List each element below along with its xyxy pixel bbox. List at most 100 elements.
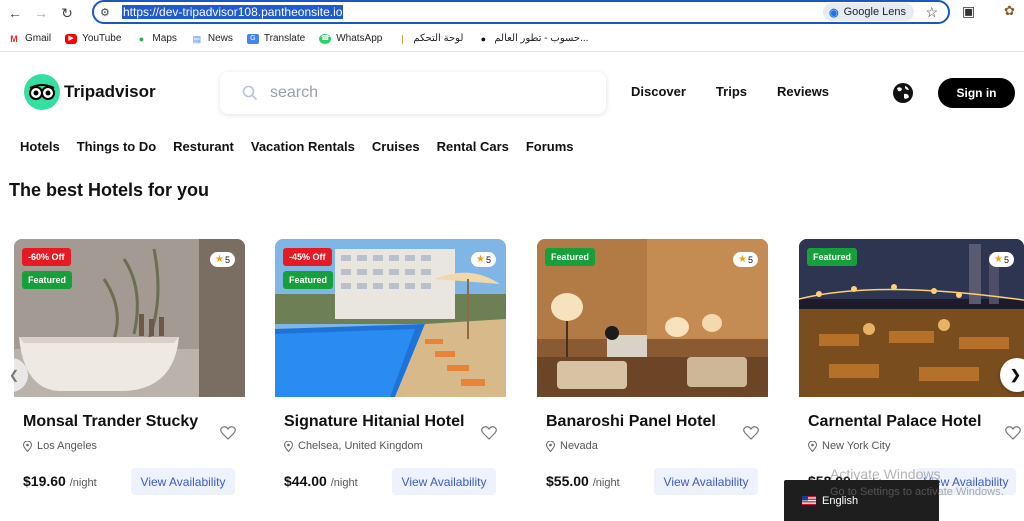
bookmark-whatsapp[interactable]: ☎ WhatsApp	[319, 33, 382, 44]
heart-icon[interactable]	[743, 425, 759, 440]
discount-badge: -60% Off	[22, 248, 71, 266]
rating-badge: ★ 5	[733, 252, 758, 267]
bookmark-youtube[interactable]: ▶ YouTube	[65, 33, 121, 44]
rating-badge: ★ 5	[471, 252, 496, 267]
category-nav: Hotels Things to Do Resturant Vacation R…	[20, 139, 591, 154]
hotel-image-bathroom[interactable]: -60% Off Featured ★ 5	[14, 239, 245, 397]
star-icon: ★	[738, 254, 747, 265]
nav-reviews[interactable]: Reviews	[777, 84, 829, 99]
bookmark-gmail[interactable]: M Gmail	[8, 33, 51, 44]
chevron-right-icon: ❯	[1010, 367, 1021, 382]
location-text: Nevada	[560, 440, 598, 452]
hotel-title[interactable]: Carnental Palace Hotel	[808, 413, 981, 431]
location-text: New York City	[822, 440, 891, 452]
hotel-image-rooftop[interactable]: Featured ★ 5	[799, 239, 1024, 397]
section-title: The best Hotels for you	[9, 180, 210, 200]
dashboard-icon: ❘	[398, 33, 407, 44]
hotel-card[interactable]: Featured ★ 5 Banaroshi Panel Hotel Nevada…	[537, 239, 768, 521]
category-vacation-rentals[interactable]: Vacation Rentals	[251, 139, 355, 154]
star-icon: ★	[215, 254, 224, 265]
site-info-icon[interactable]: ⚙	[100, 6, 118, 19]
view-availability-button[interactable]: View Availability	[654, 468, 758, 495]
bookmark-dashboard[interactable]: ❘ لوحة التحكم	[396, 33, 464, 44]
bookmark-label: WhatsApp	[336, 33, 383, 44]
hotel-image-pool[interactable]: -45% Off Featured ★ 5	[275, 239, 506, 397]
bookmark-label: News	[207, 33, 233, 44]
brand-logo[interactable]: Tripadvisor	[24, 74, 156, 110]
url-text[interactable]: https://dev-tripadvisor108.pantheonsite.…	[122, 5, 344, 19]
location-text: Chelsea, United Kingdom	[298, 440, 423, 452]
news-icon: ▤	[192, 33, 202, 44]
bookmark-label: Translate	[263, 33, 306, 44]
bookmark-maps[interactable]: ● Maps	[135, 33, 177, 44]
translate-icon: G	[246, 33, 259, 44]
bookmark-label: لوحة التحكم	[413, 33, 464, 44]
heart-icon[interactable]	[220, 425, 236, 440]
hotel-card[interactable]: -45% Off Featured ★ 5 Signature Hitanial …	[275, 239, 506, 521]
hotel-title[interactable]: Signature Hitanial Hotel	[284, 413, 464, 431]
back-icon[interactable]: ←	[4, 2, 26, 24]
bookmark-hsoub[interactable]: ● حسوب - تطور العالم...	[477, 33, 589, 44]
location-pin-icon	[808, 440, 817, 452]
category-forums[interactable]: Forums	[526, 139, 574, 154]
lens-icon: ◉	[829, 6, 839, 19]
hotel-location: New York City	[808, 440, 890, 452]
browser-toolbar: ← → ↻ ⚙ https://dev-tripadvisor108.panth…	[0, 0, 1024, 26]
nav-discover[interactable]: Discover	[631, 84, 686, 99]
view-availability-button[interactable]: View Availability	[131, 468, 235, 495]
hotel-location: Nevada	[546, 440, 598, 452]
price-unit: /night	[592, 477, 620, 489]
bookmark-translate[interactable]: G Translate	[246, 33, 306, 44]
reload-icon[interactable]: ↻	[56, 2, 78, 24]
sign-in-button[interactable]: Sign in	[938, 78, 1015, 108]
youtube-icon: ▶	[65, 33, 78, 44]
globe-icon[interactable]	[892, 82, 914, 104]
category-cruises[interactable]: Cruises	[372, 139, 420, 154]
whatsapp-icon: ☎	[319, 33, 332, 44]
rating-value: 5	[747, 254, 753, 265]
hotel-title[interactable]: Monsal Trander Stucky	[23, 413, 198, 431]
category-things-to-do[interactable]: Things to Do	[77, 139, 156, 154]
extensions-icon[interactable]: ▣	[962, 3, 975, 20]
featured-badge: Featured	[545, 248, 596, 266]
location-text: Los Angeles	[37, 440, 97, 452]
search-icon	[242, 85, 258, 101]
forward-icon[interactable]: →	[30, 2, 52, 24]
location-pin-icon	[284, 440, 293, 452]
bookmark-star-icon[interactable]: ☆	[925, 4, 938, 21]
search-box[interactable]	[220, 72, 606, 114]
heart-icon[interactable]	[481, 425, 497, 440]
featured-badge: Featured	[22, 271, 73, 289]
category-restaurant[interactable]: Resturant	[173, 139, 234, 154]
rating-badge: ★ 5	[210, 252, 235, 267]
hsoub-icon: ●	[480, 33, 487, 44]
category-rental-cars[interactable]: Rental Cars	[437, 139, 509, 154]
hotel-title[interactable]: Banaroshi Panel Hotel	[546, 413, 716, 431]
us-flag-icon	[802, 496, 816, 505]
category-hotels[interactable]: Hotels	[20, 139, 60, 154]
hotel-price: $55.00 /night	[546, 473, 620, 489]
gmail-icon: M	[10, 33, 18, 44]
heart-icon[interactable]	[1005, 425, 1021, 440]
rating-value: 5	[485, 254, 491, 265]
bookmark-news[interactable]: ▤ News	[191, 33, 233, 44]
bookmark-label: Gmail	[25, 33, 52, 44]
hotel-price: $19.60 /night	[23, 473, 97, 489]
bookmarks-bar: M Gmail ▶ YouTube ● Maps ▤ News G Transl…	[0, 26, 1024, 52]
top-nav: Discover Trips Reviews	[631, 84, 859, 99]
bookmark-label: حسوب - تطور العالم...	[494, 33, 589, 44]
featured-badge: Featured	[807, 248, 858, 266]
profile-icon[interactable]: ✿	[1004, 3, 1015, 19]
featured-badge: Featured	[283, 271, 334, 289]
view-availability-button[interactable]: View Availability	[392, 468, 496, 495]
hotel-card[interactable]: -60% Off Featured ★ 5 Monsal Trander Stuc…	[14, 239, 245, 521]
nav-trips[interactable]: Trips	[716, 84, 747, 99]
bookmark-label: YouTube	[82, 33, 122, 44]
maps-icon: ●	[138, 33, 145, 44]
hotel-image-lobby[interactable]: Featured ★ 5	[537, 239, 768, 397]
search-input[interactable]	[270, 84, 570, 102]
address-bar[interactable]: ⚙ https://dev-tripadvisor108.pantheonsit…	[92, 0, 950, 24]
google-lens-button[interactable]: ◉ Google Lens	[823, 3, 914, 21]
discount-badge: -45% Off	[283, 248, 332, 266]
hotel-location: Chelsea, United Kingdom	[284, 440, 423, 452]
